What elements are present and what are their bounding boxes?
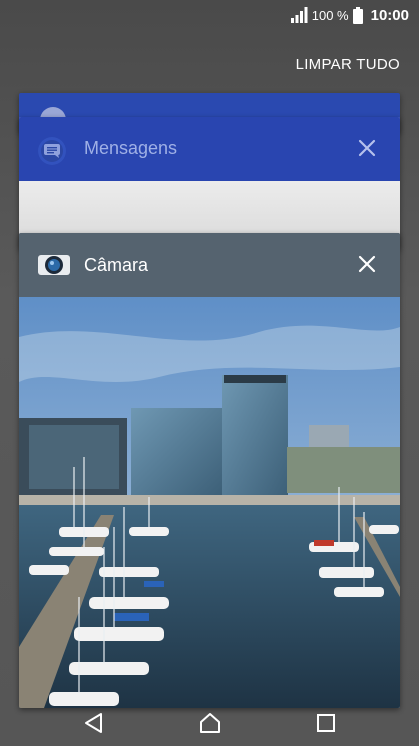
- card-title: Câmara: [84, 255, 149, 275]
- signal-icon: [290, 7, 308, 23]
- recents-icon: [317, 714, 335, 732]
- battery-percent: 100 %: [311, 7, 349, 23]
- camera-icon: [38, 255, 70, 275]
- close-icon[interactable]: [356, 253, 378, 275]
- camera-preview-image: [19, 297, 400, 708]
- close-icon[interactable]: [356, 137, 378, 159]
- back-icon: [85, 713, 102, 733]
- back-button[interactable]: [79, 710, 109, 736]
- card-header: Câmara: [19, 233, 400, 297]
- recent-card-messages[interactable]: Mensagens: [19, 117, 400, 249]
- recent-card-camera[interactable]: Câmara: [19, 233, 400, 708]
- messages-icon: [38, 137, 66, 165]
- status-bar: 100 % 10:00: [0, 0, 419, 30]
- recents-button[interactable]: [311, 710, 341, 736]
- navigation-bar: [0, 702, 419, 746]
- clock: 10:00: [370, 6, 409, 24]
- home-button[interactable]: [195, 710, 225, 736]
- battery-icon: [352, 6, 363, 24]
- card-header: Mensagens: [19, 117, 400, 181]
- home-icon: [200, 713, 220, 733]
- card-title: Mensagens: [84, 138, 178, 158]
- status-icons: 100 % 10:00: [290, 5, 409, 25]
- clear-all-button[interactable]: LIMPAR TUDO: [296, 56, 400, 73]
